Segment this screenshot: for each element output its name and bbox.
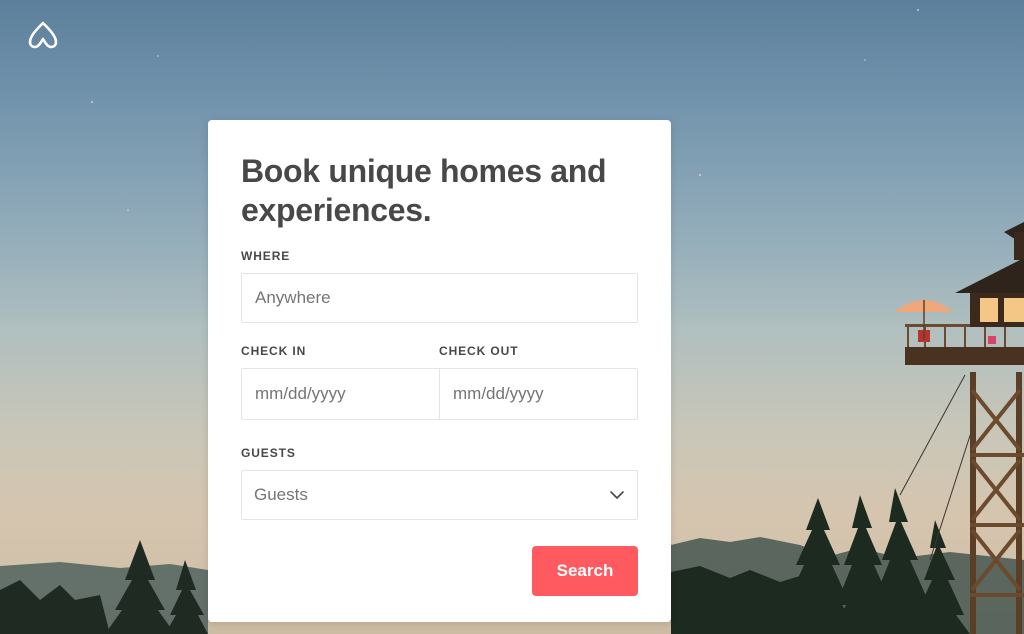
guests-label: GUESTS [241,446,296,460]
chevron-down-icon [610,491,624,499]
where-field[interactable] [241,273,638,323]
check-out-label: CHECK OUT [439,344,519,358]
where-input[interactable] [242,274,637,322]
check-out-field[interactable] [439,369,637,419]
airbnb-belo-icon[interactable] [26,17,60,55]
check-in-label: CHECK IN [241,344,307,358]
guests-select[interactable]: Guests [241,470,638,520]
date-range-field [241,368,638,420]
check-out-input[interactable] [440,369,637,419]
page-title: Book unique homes and experiences. [241,153,607,228]
where-label: WHERE [241,249,291,263]
search-button[interactable]: Search [532,546,638,596]
check-in-field[interactable] [242,369,439,419]
guests-select-value: Guests [254,485,308,504]
search-card: Book unique homes and experiences. WHERE… [208,120,671,622]
check-in-input[interactable] [242,369,439,419]
